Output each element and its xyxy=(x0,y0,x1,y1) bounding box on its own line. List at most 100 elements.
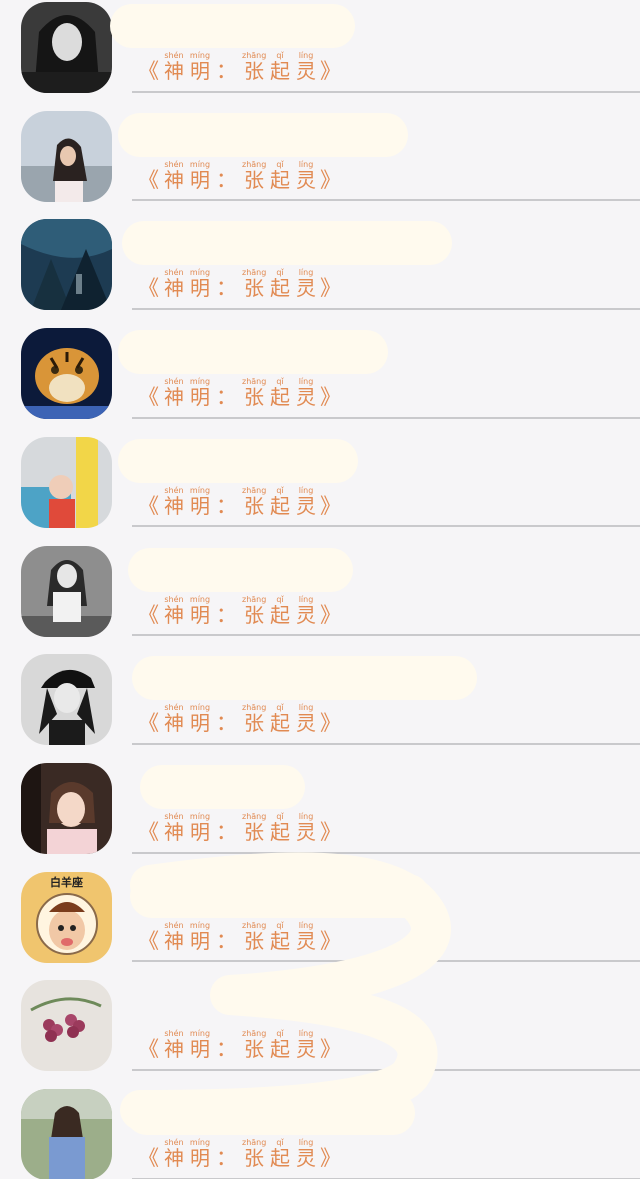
hanzi: 张 xyxy=(244,711,264,736)
avatar[interactable] xyxy=(21,1089,112,1179)
contact-row[interactable]: 《 shén 神 míng 明： zhāng 张 qǐ 起 líng 灵》 xyxy=(0,109,640,218)
signature-open-bracket: 《 xyxy=(138,493,159,518)
signature-name-char: qǐ 起 xyxy=(268,1138,292,1169)
signature-open-bracket: 《 xyxy=(138,59,159,83)
hanzi: 神 xyxy=(164,276,184,301)
contact-row[interactable]: 《 shén 神 míng 明： zhāng 张 qǐ 起 líng 灵》 xyxy=(0,326,640,435)
signature-colon: ： xyxy=(216,493,237,518)
hanzi: 明 xyxy=(190,493,210,518)
signature-name-char: zhāng 张 xyxy=(242,51,266,82)
signature-label-char: shén 神 xyxy=(162,595,186,626)
signature-name-char: líng 灵 xyxy=(294,486,318,517)
signature-name-char: qǐ 起 xyxy=(268,160,292,191)
hanzi: 神 xyxy=(164,385,184,410)
contact-row[interactable]: 《 shén 神 míng 明： zhāng 张 qǐ 起 líng 灵》 xyxy=(0,544,640,653)
signature-name-char: qǐ 起 xyxy=(268,921,292,952)
signature-name-char: qǐ 起 xyxy=(268,268,292,299)
avatar[interactable] xyxy=(21,110,112,202)
contact-row[interactable]: 《 shén 神 míng 明： zhāng 张 qǐ 起 líng 灵》 xyxy=(0,1087,640,1179)
signature-label-char: míng 明 xyxy=(188,1138,212,1169)
hanzi: 神 xyxy=(164,928,184,953)
signature-close-bracket: 》 xyxy=(320,819,341,844)
contact-row[interactable]: 《 shén 神 míng 明： zhāng 张 qǐ 起 líng 灵》 xyxy=(0,0,640,109)
hanzi: 灵 xyxy=(296,819,316,844)
hanzi: 灵 xyxy=(296,493,316,518)
hanzi: 神 xyxy=(164,819,184,844)
contact-row[interactable]: 《 shén 神 míng 明： zhāng 张 qǐ 起 líng 灵》 xyxy=(0,761,640,870)
row-divider xyxy=(132,308,640,311)
signature-name-char: qǐ 起 xyxy=(268,486,292,517)
contact-row[interactable]: 《 shén 神 míng 明： zhāng 张 qǐ 起 líng 灵》 xyxy=(0,652,640,761)
signature-close-bracket: 》 xyxy=(320,59,341,83)
signature-label-char: míng 明 xyxy=(188,595,212,626)
hanzi: 灵 xyxy=(296,1037,316,1062)
hanzi: 神 xyxy=(164,711,184,736)
signature-label-char: shén 神 xyxy=(162,812,186,843)
hanzi: 张 xyxy=(244,1146,264,1170)
avatar[interactable]: 白羊座 xyxy=(21,871,112,963)
hanzi: 张 xyxy=(244,819,264,844)
avatar[interactable] xyxy=(21,436,112,528)
hanzi: 神 xyxy=(164,1037,184,1062)
signature-close-bracket: 》 xyxy=(320,1146,341,1170)
signature-name-char: zhāng 张 xyxy=(242,1029,266,1060)
avatar[interactable] xyxy=(21,762,112,854)
avatar[interactable] xyxy=(21,219,112,311)
hanzi: 起 xyxy=(270,493,290,518)
hanzi: 灵 xyxy=(296,385,316,410)
signature-label-char: míng 明 xyxy=(188,160,212,191)
hanzi: 神 xyxy=(164,602,184,627)
hanzi: 张 xyxy=(244,276,264,301)
signature-name-char: zhāng 张 xyxy=(242,921,266,952)
signature-name-char: zhāng 张 xyxy=(242,268,266,299)
row-divider xyxy=(132,742,640,745)
hanzi: 灵 xyxy=(296,602,316,627)
hanzi: 张 xyxy=(244,1037,264,1062)
signature-name-char: líng 灵 xyxy=(294,1029,318,1060)
avatar[interactable] xyxy=(21,980,112,1072)
row-divider xyxy=(132,960,640,963)
redacted-name xyxy=(118,438,358,483)
signature-close-bracket: 》 xyxy=(320,711,341,736)
redacted-name xyxy=(128,547,353,592)
contact-row[interactable]: 《 shén 神 míng 明： zhāng 张 qǐ 起 líng 灵》 xyxy=(0,217,640,326)
signature-colon: ： xyxy=(216,167,237,192)
signature-label-char: míng 明 xyxy=(188,703,212,734)
signature-line: 《 shén 神 míng 明： zhāng 张 qǐ 起 líng 灵》 xyxy=(138,486,378,521)
signature-name-char: líng 灵 xyxy=(294,1138,318,1169)
avatar-image xyxy=(21,219,112,311)
hanzi: 起 xyxy=(270,1037,290,1062)
hanzi: 明 xyxy=(190,59,210,83)
avatar-caption: 白羊座 xyxy=(50,875,83,889)
row-divider xyxy=(132,525,640,528)
avatar[interactable] xyxy=(21,654,112,746)
hanzi: 张 xyxy=(244,167,264,192)
hanzi: 神 xyxy=(164,493,184,518)
contact-row[interactable]: 《 shén 神 míng 明： zhāng 张 qǐ 起 líng 灵》 xyxy=(0,978,640,1087)
redacted-name xyxy=(118,330,388,375)
hanzi: 明 xyxy=(190,711,210,736)
signature-label-char: shén 神 xyxy=(162,51,186,82)
signature-line: 《 shén 神 míng 明： zhāng 张 qǐ 起 líng 灵》 xyxy=(138,160,378,195)
signature-close-bracket: 》 xyxy=(320,385,341,410)
avatar[interactable] xyxy=(21,545,112,637)
contact-row[interactable]: 《 shén 神 míng 明： zhāng 张 qǐ 起 líng 灵》 xyxy=(0,435,640,544)
signature-colon: ： xyxy=(216,819,237,844)
signature-name-char: qǐ 起 xyxy=(268,51,292,82)
signature-open-bracket: 《 xyxy=(138,711,159,736)
row-divider xyxy=(132,851,640,854)
contact-row[interactable]: 白羊座《 shén 神 míng 明： zhāng 张 qǐ 起 líng 灵》 xyxy=(0,870,640,979)
row-divider xyxy=(132,634,640,637)
hanzi: 起 xyxy=(270,167,290,192)
signature-label-char: shén 神 xyxy=(162,703,186,734)
avatar[interactable] xyxy=(21,328,112,420)
signature-label-char: míng 明 xyxy=(188,1029,212,1060)
avatar[interactable] xyxy=(21,2,112,93)
signature-name-char: zhāng 张 xyxy=(242,595,266,626)
signature-close-bracket: 》 xyxy=(320,928,341,953)
hanzi: 明 xyxy=(190,385,210,410)
hanzi: 起 xyxy=(270,276,290,301)
signature-name-char: zhāng 张 xyxy=(242,812,266,843)
signature-line: 《 shén 神 míng 明： zhāng 张 qǐ 起 líng 灵》 xyxy=(138,1029,378,1064)
hanzi: 神 xyxy=(164,167,184,192)
